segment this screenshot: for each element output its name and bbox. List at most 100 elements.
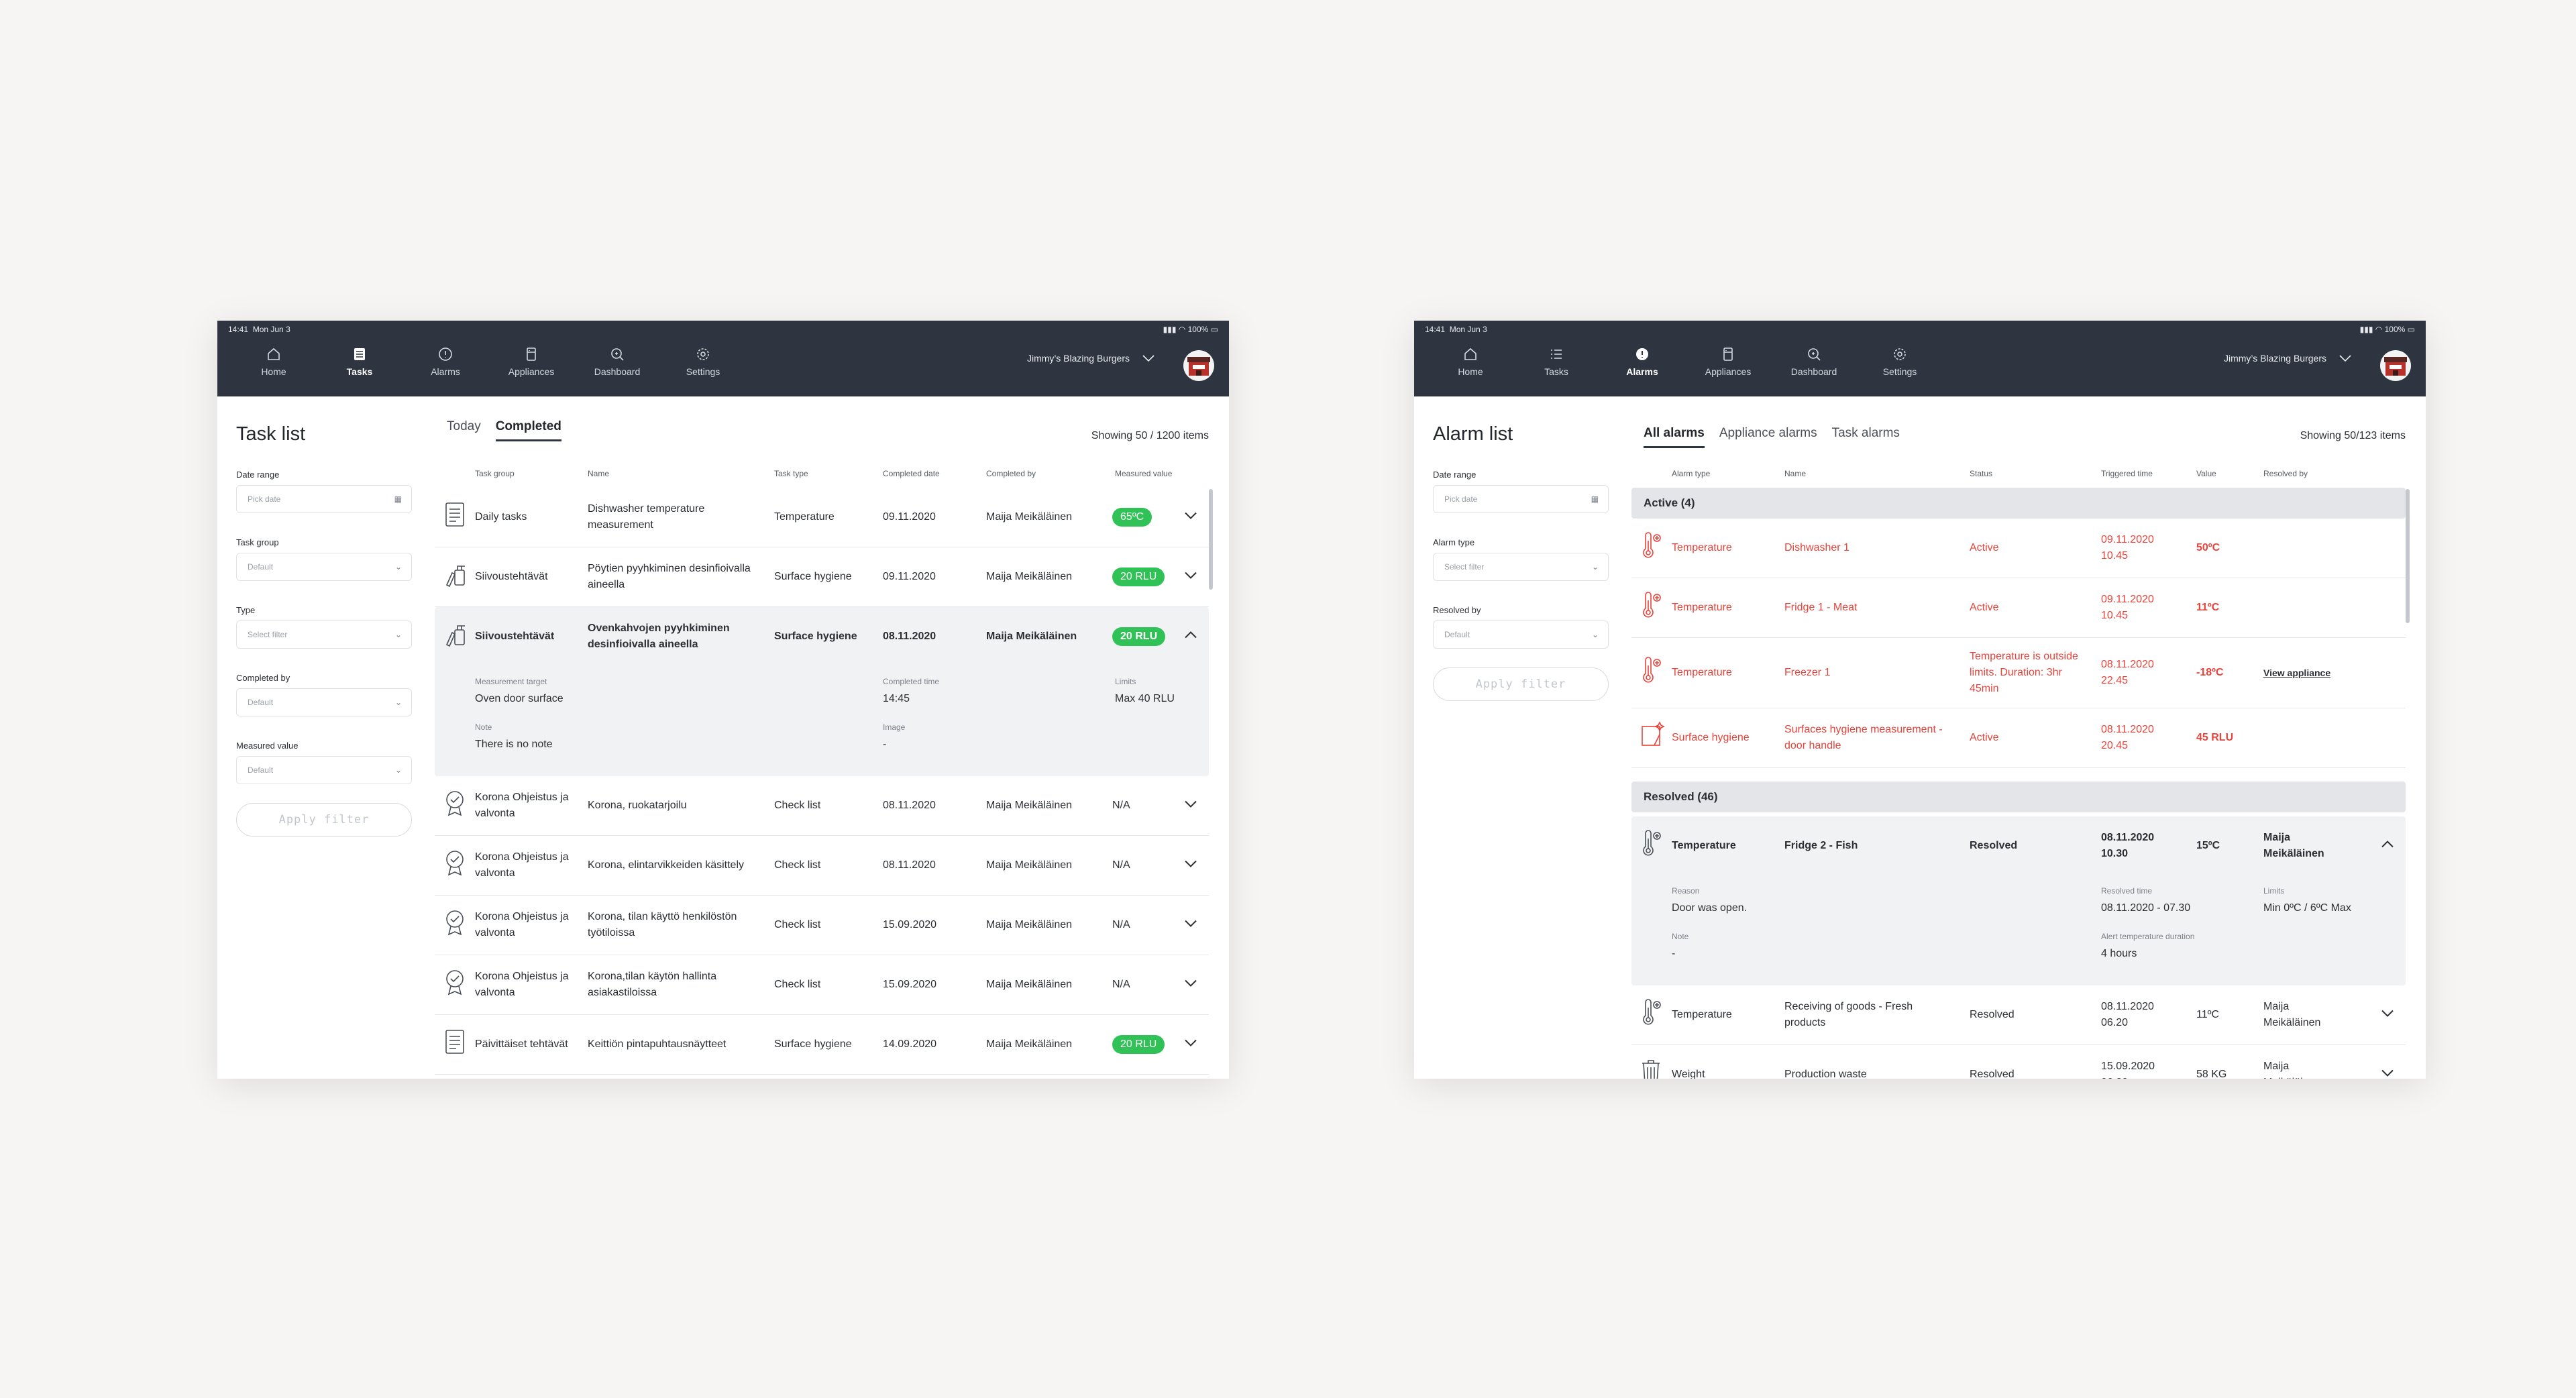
- type-select[interactable]: Select filter ⌄: [236, 621, 412, 649]
- restaurant-selector[interactable]: Jimmy’s Blazing Burgers: [1027, 353, 1155, 364]
- dashboard-icon: [1808, 348, 1821, 361]
- nav-dashboard[interactable]: Dashboard: [1771, 346, 1857, 377]
- alarm-icon: [439, 347, 452, 361]
- table-row[interactable]: Siivoustehtävät Pöytien pyyhkiminen desin…: [435, 547, 1209, 607]
- measured-value-select[interactable]: Default ⌄: [236, 756, 412, 784]
- expand-toggle[interactable]: [1183, 571, 1198, 584]
- restaurant-name: Jimmy’s Blazing Burgers: [1026, 353, 1130, 364]
- apply-filter-button[interactable]: Apply filter: [1433, 667, 1609, 701]
- table-row[interactable]: Surface hygiene Surfaces hygiene measurem…: [1631, 708, 2406, 768]
- resolved-by-select[interactable]: Default ⌄: [1433, 621, 1609, 649]
- alarm-type-select[interactable]: Select filter ⌄: [1433, 553, 1609, 581]
- table-row[interactable]: Temperature Dishwasher 1 Active 09.11.2020 …: [1631, 519, 2406, 578]
- expand-toggle[interactable]: [1183, 511, 1198, 524]
- date-range-input[interactable]: Pick date ▦: [1433, 485, 1609, 513]
- cell-task-type: Surface hygiene: [774, 631, 857, 642]
- view-appliance-link[interactable]: View appliance: [2263, 665, 2330, 681]
- cell-task-type: Check list: [774, 800, 821, 811]
- cell-measured-value: N/A: [1112, 917, 1130, 933]
- expand-toggle[interactable]: [1183, 919, 1198, 932]
- table-row[interactable]: Temperature Fridge 2 - Fish Resolved 08.11.…: [1631, 816, 2406, 875]
- cleaning-icon: [444, 621, 468, 653]
- expand-toggle[interactable]: [1183, 859, 1198, 872]
- nav-dashboard-label: Dashboard: [1790, 366, 1837, 377]
- status-time: 14:41: [228, 325, 249, 334]
- nav-appliances-label: Appliances: [508, 366, 555, 377]
- nav-settings[interactable]: Settings: [1857, 346, 1943, 377]
- nav-alarms[interactable]: Alarms: [402, 346, 488, 377]
- nav-tasks[interactable]: Tasks: [317, 346, 402, 377]
- cell-alarm-type: Temperature: [1672, 1009, 1732, 1020]
- expand-toggle[interactable]: [2380, 1069, 2395, 1079]
- tab-task-alarms[interactable]: Task alarms: [1832, 426, 1900, 448]
- tab-all-alarms[interactable]: All alarms: [1644, 426, 1705, 448]
- col-value: Value: [2196, 469, 2216, 478]
- chevron-down-icon: ⌄: [394, 630, 402, 639]
- clipboard-icon: [444, 1028, 466, 1061]
- table-row[interactable]: Korona Ohjeistus ja valvonta Korona,tilan…: [435, 955, 1209, 1015]
- detail-value: Door was open.: [1672, 902, 1748, 914]
- table-row[interactable]: Temperature Receiving of goods - Fresh pr…: [1631, 985, 2406, 1045]
- table-row[interactable]: Korona Ohjeistus ja valvonta Korona, tila…: [435, 896, 1209, 955]
- cell-status: Resolved: [1970, 1069, 2015, 1079]
- restaurant-selector[interactable]: Jimmy’s Blazing Burgers: [2224, 353, 2352, 364]
- completed-by-select[interactable]: Default ⌄: [236, 688, 412, 716]
- nav-home[interactable]: Home: [231, 346, 317, 377]
- scrollbar[interactable]: [1209, 489, 1213, 590]
- detail-value: -: [883, 739, 887, 750]
- expand-toggle[interactable]: [2380, 1009, 2395, 1022]
- table-row[interactable]: Päivittäiset tehtävät Keittiön pintapuhta…: [435, 1015, 1209, 1075]
- table-row[interactable]: Weight Production waste Resolved 15.09.2020…: [1631, 1045, 2406, 1079]
- expand-toggle[interactable]: [1183, 631, 1198, 643]
- avatar[interactable]: [2380, 350, 2411, 381]
- items-count: Showing 50 / 1200 items: [1091, 430, 1209, 441]
- table-row[interactable]: Temperature Fridge 1 - Meat Active 09.11.20…: [1631, 578, 2406, 638]
- apply-filter-button[interactable]: Apply filter: [236, 803, 412, 837]
- filter-date-range: Date range Pick date ▦: [236, 470, 412, 513]
- expand-toggle[interactable]: [2380, 840, 2395, 853]
- expand-toggle[interactable]: [1183, 979, 1198, 991]
- expand-toggle[interactable]: [1183, 1038, 1198, 1051]
- chevron-down-icon: [1185, 920, 1197, 927]
- cell-triggered-time: 08.11.2020 20.45: [2101, 724, 2154, 751]
- value-text: N/A: [1112, 919, 1130, 930]
- tab-today[interactable]: Today: [447, 419, 481, 441]
- nav-appliances[interactable]: Appliances: [1685, 346, 1771, 377]
- table-row[interactable]: Korona Ohjeistus ja valvonta Korona, ruok…: [435, 776, 1209, 836]
- tab-appliance-alarms[interactable]: Appliance alarms: [1719, 426, 1817, 448]
- col-task-group: Task group: [475, 469, 515, 478]
- cell-completed-date: 09.11.2020: [883, 511, 936, 523]
- nav-home[interactable]: Home: [1428, 346, 1513, 377]
- scrollbar[interactable]: [2406, 489, 2410, 623]
- chevron-down-icon: [2381, 1069, 2394, 1077]
- nav-settings-label: Settings: [686, 366, 720, 377]
- status-right: ▮▮▮ ◠ 100% ▭: [2360, 325, 2415, 334]
- task-group-select[interactable]: Default ⌄: [236, 553, 412, 581]
- nav-tasks[interactable]: Tasks: [1513, 346, 1599, 377]
- nav-alarms[interactable]: Alarms: [1599, 346, 1685, 377]
- status-bar: 14:41 Mon Jun 3 ▮▮▮ ◠ 100% ▭: [1425, 325, 2415, 335]
- cell-alarm-type: Surface hygiene: [1672, 732, 1750, 743]
- col-alarm-type: Alarm type: [1672, 469, 1711, 478]
- wifi-icon: ◠: [2375, 325, 2383, 334]
- main-nav: Home Tasks Alarms Appliances Dashboard S…: [1428, 346, 1943, 377]
- nav-settings[interactable]: Settings: [660, 346, 746, 377]
- table-row[interactable]: Temperature Freezer 1 Temperature is outsi…: [1631, 638, 2406, 708]
- alarm-list-screen: 14:41 Mon Jun 3 ▮▮▮ ◠ 100% ▭ Home Tasks …: [1414, 321, 2426, 1079]
- date-range-input[interactable]: Pick date ▦: [236, 485, 412, 513]
- clipboard-icon: [444, 501, 466, 533]
- nav-dashboard[interactable]: Dashboard: [574, 346, 660, 377]
- cell-completed-by: Maija Meikäläinen: [986, 919, 1073, 930]
- chevron-up-icon: [2381, 841, 2394, 848]
- avatar[interactable]: [1183, 350, 1214, 381]
- tab-completed[interactable]: Completed: [495, 419, 561, 441]
- filter-label: Date range: [1433, 470, 1477, 480]
- col-name: Name: [1784, 469, 1807, 478]
- filter-placeholder: Pick date: [1444, 494, 1478, 504]
- expand-toggle[interactable]: [1183, 800, 1198, 812]
- table-row[interactable]: Korona Ohjeistus ja valvonta Korona, elin…: [435, 836, 1209, 896]
- table-row[interactable]: Siivoustehtävät Ovenkahvojen pyyhkiminen …: [435, 607, 1209, 666]
- nav-appliances[interactable]: Appliances: [488, 346, 574, 377]
- table-row[interactable]: Daily tasks Dishwasher temperature measur…: [435, 488, 1209, 547]
